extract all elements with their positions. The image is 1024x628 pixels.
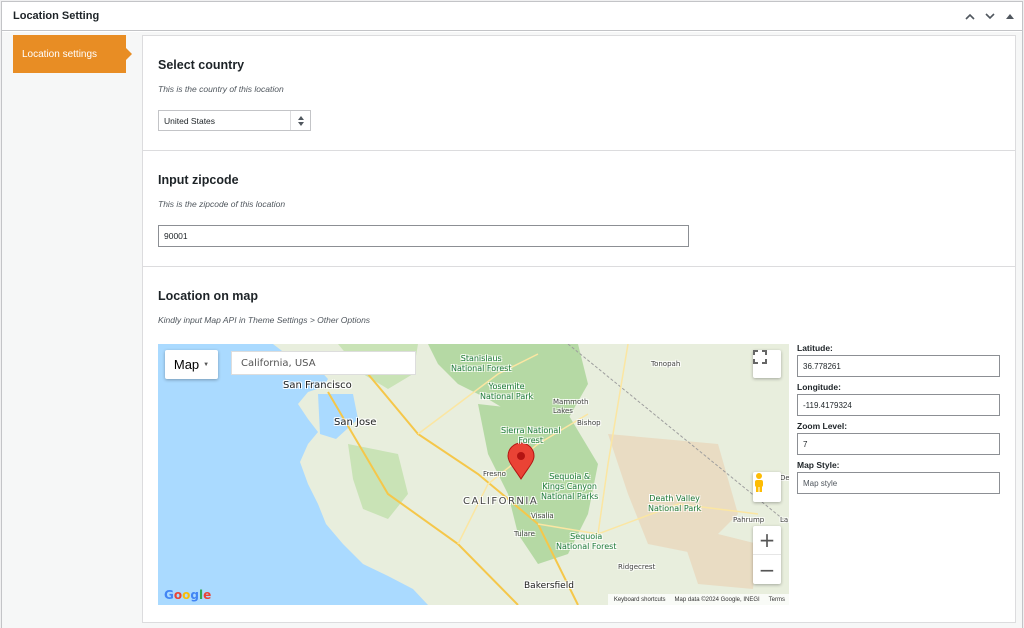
map-attribution: Keyboard shortcuts Map data ©2024 Google… xyxy=(607,594,789,605)
zoom-level-value: 7 xyxy=(803,439,808,449)
label-yosemite: Yosemite National Park xyxy=(480,382,534,401)
country-description: This is the country of this location xyxy=(158,84,284,94)
label-tonopah: Tonopah xyxy=(651,360,681,368)
zoom-level-label: Zoom Level: xyxy=(797,421,848,431)
label-bakersfield: Bakersfield xyxy=(524,581,574,591)
zipcode-input[interactable]: 90001 xyxy=(158,225,689,247)
select-arrows-icon xyxy=(290,111,310,130)
map-type-button[interactable]: Map ▼ xyxy=(165,350,218,379)
street-view-button[interactable] xyxy=(753,472,781,502)
country-section: Select country This is the country of th… xyxy=(143,36,1015,151)
zipcode-title: Input zipcode xyxy=(158,173,239,187)
zoom-controls: + − xyxy=(753,526,781,584)
zipcode-description: This is the zipcode of this location xyxy=(158,199,286,209)
fullscreen-icon xyxy=(753,350,767,364)
label-de: De xyxy=(780,474,789,482)
terms-link[interactable]: Terms xyxy=(769,597,785,603)
metabox-controls xyxy=(962,7,1018,25)
move-up-icon[interactable] xyxy=(962,7,978,25)
metabox-header: Location Setting xyxy=(2,2,1022,31)
country-title: Select country xyxy=(158,58,245,72)
label-sequoia-forest: Sequoia National Forest xyxy=(556,532,617,551)
metabox-body: Location settings Select country This is… xyxy=(2,32,1022,628)
country-select[interactable]: United States xyxy=(158,110,311,131)
map-section: Location on map Kindly input Map API in … xyxy=(143,267,1015,622)
settings-panel: Select country This is the country of th… xyxy=(142,35,1016,623)
zipcode-section: Input zipcode This is the zipcode of thi… xyxy=(143,151,1015,267)
label-mammoth: Mammoth Lakes xyxy=(553,398,589,415)
zipcode-value: 90001 xyxy=(164,231,188,241)
latitude-value: 36.778261 xyxy=(803,361,841,371)
zoom-in-button[interactable]: + xyxy=(753,526,781,555)
map-style-input[interactable]: Map style xyxy=(797,472,1000,494)
label-san-jose: San Jose xyxy=(334,417,377,428)
map-search-value: California, USA xyxy=(241,357,316,369)
label-bishop: Bishop xyxy=(577,419,601,427)
country-select-value: United States xyxy=(164,115,216,126)
location-setting-metabox: Location Setting Location settings Selec… xyxy=(1,1,1023,628)
map-data-credit: Map data ©2024 Google, INEGI xyxy=(674,596,760,603)
label-ridgecrest: Ridgecrest xyxy=(618,563,656,571)
label-visalia: Visalia xyxy=(531,512,554,520)
pegman-icon xyxy=(755,473,763,492)
label-sequoia-kings: Sequoia & Kings Canyon National Parks xyxy=(541,472,599,501)
zoom-out-button[interactable]: − xyxy=(753,555,781,584)
label-stanislaus: Stanislaus National Forest xyxy=(451,354,512,373)
map-terrain xyxy=(158,344,789,605)
google-logo: Google xyxy=(164,588,212,602)
label-fresno: Fresno xyxy=(483,470,506,478)
latitude-input[interactable]: 36.778261 xyxy=(797,355,1000,377)
label-death-valley: Death Valley National Park xyxy=(648,494,702,513)
tab-location-settings[interactable]: Location settings xyxy=(13,35,132,73)
longitude-label: Longitude: xyxy=(797,382,841,392)
metabox-title: Location Setting xyxy=(13,10,100,22)
map-title: Location on map xyxy=(158,289,258,303)
longitude-value: -119.4179324 xyxy=(803,400,852,410)
latitude-label: Latitude: xyxy=(797,343,833,353)
longitude-input[interactable]: -119.4179324 xyxy=(797,394,1000,416)
map-style-placeholder: Map style xyxy=(803,478,838,488)
google-map[interactable]: San Francisco San Jose Stanislaus Nation… xyxy=(158,344,789,605)
map-type-label: Map xyxy=(173,357,200,372)
map-style-label: Map Style: xyxy=(797,460,840,470)
collapse-toggle-icon[interactable] xyxy=(1002,7,1018,25)
label-la: La xyxy=(780,516,789,524)
keyboard-shortcuts-link[interactable]: Keyboard shortcuts xyxy=(614,597,666,603)
label-sierra: Sierra National Forest xyxy=(501,426,561,445)
tab-label: Location settings xyxy=(22,48,98,60)
label-tulare: Tulare xyxy=(514,530,535,538)
caret-down-icon: ▼ xyxy=(203,361,210,368)
move-down-icon[interactable] xyxy=(982,7,998,25)
label-california: CALIFORNIA xyxy=(463,496,539,507)
label-san-francisco: San Francisco xyxy=(283,380,352,391)
zoom-level-input[interactable]: 7 xyxy=(797,433,1000,455)
label-pahrump: Pahrump xyxy=(733,516,765,524)
fullscreen-button[interactable] xyxy=(753,350,781,378)
map-description: Kindly input Map API in Theme Settings >… xyxy=(158,315,371,325)
map-search-input[interactable]: California, USA xyxy=(231,351,416,375)
